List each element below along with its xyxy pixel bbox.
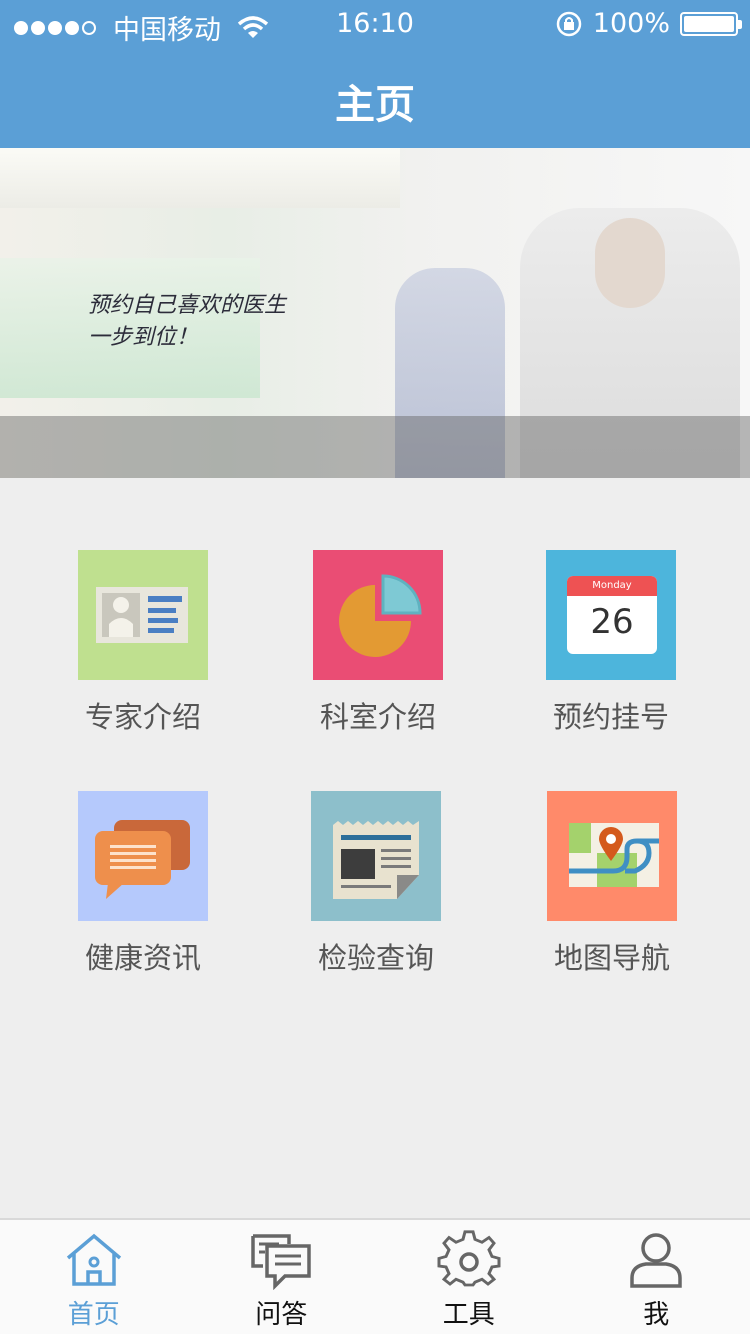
banner-slogan-line2: 一步到位！ — [88, 325, 199, 350]
bottom-tab-bar: 首页 问答 工具 我 — [0, 1218, 750, 1334]
tab-label: 问答 — [255, 1300, 308, 1330]
grid-item-label: 检验查询 — [317, 941, 434, 975]
tab-label: 首页 — [67, 1300, 120, 1330]
banner-slogan: 预约自己喜欢的医生 一步到位！ — [88, 290, 286, 354]
banner-doctor-head — [595, 218, 665, 308]
tab-label: 我 — [643, 1300, 670, 1330]
user-icon — [630, 1233, 682, 1288]
banner-slogan-line1: 预约自己喜欢的医生 — [88, 293, 287, 318]
grid-item-label: 专家介绍 — [84, 700, 201, 734]
chat-bubbles-icon — [78, 791, 208, 921]
grid-item-appointment[interactable]: Monday 26 预约挂号 — [511, 550, 711, 736]
tab-tools[interactable]: 工具 — [375, 1220, 563, 1334]
calendar-icon: Monday 26 — [546, 550, 676, 680]
qa-icon — [251, 1234, 311, 1290]
home-icon — [66, 1233, 121, 1286]
id-card-icon — [78, 550, 208, 680]
status-bar: 中国移动 16:10 100% — [0, 0, 750, 48]
map-pin-icon — [547, 791, 677, 921]
gear-icon — [437, 1230, 501, 1287]
calendar-date: 26 — [590, 602, 634, 642]
grid-item-label: 预约挂号 — [552, 700, 669, 734]
grid-item-departments[interactable]: 科室介绍 — [278, 550, 478, 736]
rotation-lock-icon — [556, 11, 582, 36]
pie-chart-icon — [313, 550, 443, 680]
app-header: 中国移动 16:10 100% 主页 — [0, 0, 750, 148]
status-right: 100% — [555, 8, 742, 39]
battery-icon — [680, 11, 742, 36]
page-title: 主页 — [335, 82, 415, 128]
grid-item-health-news[interactable]: 健康资讯 — [43, 791, 243, 977]
banner-ceiling — [0, 148, 400, 208]
newspaper-icon — [311, 791, 441, 921]
calendar-day: Monday — [567, 576, 657, 596]
tab-home[interactable]: 首页 — [0, 1220, 188, 1334]
grid-item-lab-query[interactable]: 检验查询 — [276, 791, 476, 977]
tab-me[interactable]: 我 — [563, 1220, 750, 1334]
grid-item-label: 地图导航 — [553, 941, 670, 975]
grid-item-label: 科室介绍 — [319, 700, 436, 734]
promo-banner[interactable]: 预约自己喜欢的医生 一步到位！ — [0, 148, 750, 478]
grid-item-map-navigation[interactable]: 地图导航 — [512, 791, 712, 977]
tab-qa[interactable]: 问答 — [188, 1220, 376, 1334]
grid-item-label: 健康资讯 — [84, 941, 201, 975]
banner-caption-bar — [0, 416, 750, 478]
tab-label: 工具 — [442, 1300, 495, 1330]
battery-percentage: 100% — [592, 8, 670, 39]
grid-item-experts[interactable]: 专家介绍 — [43, 550, 243, 736]
